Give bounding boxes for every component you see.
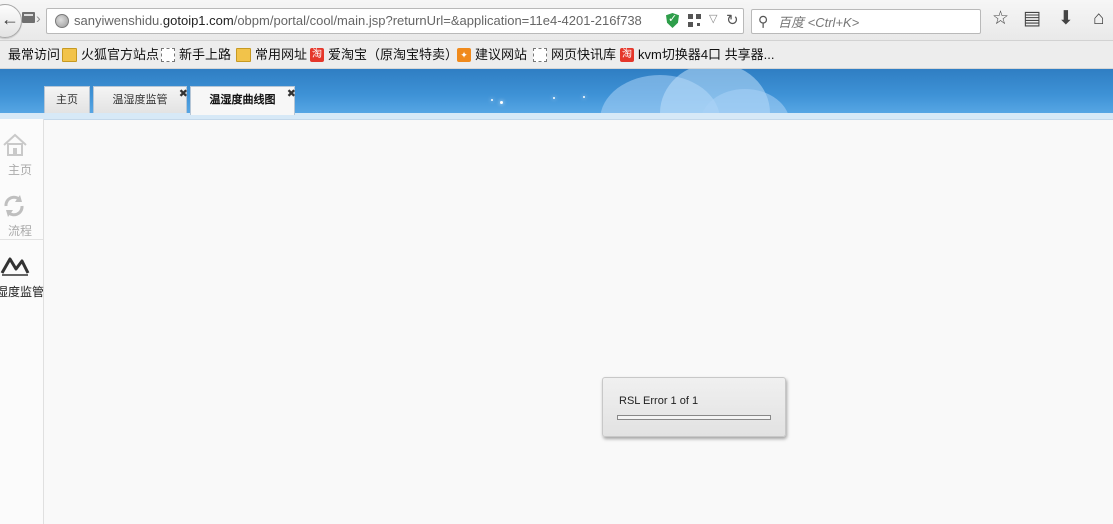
bookmark-label: kvm切换器4口 共享器... (638, 47, 775, 62)
reload-icon[interactable]: ↻ (726, 11, 739, 29)
bulb-icon: ✦ (457, 47, 471, 62)
home-icon (3, 133, 27, 156)
sidebar-item-label: 湿度监管 (0, 285, 44, 299)
star-decoration (553, 97, 555, 99)
bookmark-label: 建议网站 (475, 47, 528, 62)
home-icon[interactable]: ⌂ (1093, 8, 1104, 30)
bookmark-label: 常用网址 (255, 47, 308, 62)
forward-chevron-icon[interactable]: › (36, 10, 41, 26)
back-arrow-icon: ← (1, 9, 19, 29)
sidebar-item-label: 流程 (7, 224, 32, 238)
bookmark-item[interactable]: ✦ 建议网站 (457, 46, 527, 64)
sidebar-item-process[interactable]: 流程 (0, 191, 43, 241)
bookmark-label: 火狐官方站点 (81, 47, 160, 62)
bookmark-label: 爱淘宝（原淘宝特卖） (328, 47, 459, 62)
page-icon (22, 12, 35, 23)
process-icon (4, 195, 24, 217)
bookmark-item[interactable]: 新手上路 (161, 46, 231, 64)
rsl-error-message: RSL Error 1 of 1 (619, 395, 699, 407)
download-icon[interactable]: ⬇ (1058, 8, 1074, 30)
bookmark-item[interactable]: 淘爱淘宝（原淘宝特卖） (310, 46, 458, 64)
page-icon (533, 47, 547, 62)
bookmark-item[interactable]: 常用网址 (236, 46, 307, 64)
url-path: /obpm/portal/cool/main.jsp?returnUrl=&ap… (233, 13, 642, 28)
folder-icon (62, 47, 77, 62)
chart-line-icon (0, 257, 30, 276)
dropdown-arrow-icon[interactable]: ▽ (709, 12, 717, 25)
tab-label: 温湿度监管 (112, 94, 168, 106)
sidebar-divider (0, 239, 43, 240)
url-domain: gotoip1.com (162, 13, 234, 28)
qr-code-icon[interactable] (688, 14, 701, 27)
globe-icon (55, 14, 69, 28)
bookmarks-library-icon[interactable]: ▤ (1023, 8, 1041, 30)
tab-home[interactable]: 主页 (44, 86, 90, 113)
sidebar-item-label: 主页 (7, 163, 32, 177)
search-box[interactable]: ⚲ (751, 9, 981, 34)
back-button[interactable]: ← (0, 4, 22, 38)
tab-label: 主页 (56, 94, 78, 106)
bookmark-item[interactable]: 最常访问 (0, 46, 60, 64)
tab-humidity-chart[interactable]: 温湿度曲线图 ✖ (190, 86, 296, 115)
tab-strip-underline (0, 113, 1113, 120)
folder-icon (236, 47, 251, 62)
close-icon[interactable]: ✖ (179, 81, 188, 108)
bookmark-item[interactable]: 火狐官方站点 (62, 46, 159, 64)
shield-icon[interactable] (666, 13, 679, 28)
close-icon[interactable]: ✖ (287, 81, 296, 108)
bookmark-label: 最常访问 (8, 47, 61, 62)
star-decoration (583, 96, 585, 98)
search-input[interactable] (776, 12, 975, 32)
gear-icon (0, 48, 4, 62)
taobao-icon: 淘 (310, 47, 324, 62)
rsl-progress-bar (617, 415, 771, 420)
url-bar[interactable]: sanyiwenshidu.gotoip1.com/obpm/portal/co… (46, 8, 744, 34)
bookmark-label: 新手上路 (179, 47, 232, 62)
browser-navbar: ← › sanyiwenshidu.gotoip1.com/obpm/porta… (0, 0, 1113, 41)
page-icon (161, 47, 175, 62)
sidebar-item-humidity-monitor[interactable]: 湿度监管 (0, 253, 44, 303)
bookmark-item[interactable]: 网页快讯库 (533, 46, 616, 64)
tab-humidity-monitor[interactable]: 温湿度监管 ✖ (93, 86, 188, 113)
taobao-icon: 淘 (620, 47, 634, 62)
tab-label: 温湿度曲线图 (209, 94, 276, 106)
bookmarks-toolbar: 最常访问 火狐官方站点 新手上路 常用网址 淘爱淘宝（原淘宝特卖） ✦ 建议网站 … (0, 41, 1113, 69)
bookmark-item[interactable]: 淘 kvm切换器4口 共享器... (620, 46, 775, 64)
rsl-error-dialog: RSL Error 1 of 1 (602, 377, 786, 437)
star-decoration (491, 99, 493, 101)
left-sidebar: 主页 流程 湿度监管 (0, 119, 44, 524)
search-icon: ⚲ (758, 13, 769, 29)
url-text[interactable]: sanyiwenshidu.gotoip1.com/obpm/portal/co… (74, 13, 664, 28)
bookmark-label: 网页快讯库 (551, 47, 617, 62)
bookmark-star-icon[interactable]: ☆ (992, 8, 1009, 30)
url-subdomain: sanyiwenshidu. (74, 13, 163, 28)
sidebar-item-home[interactable]: 主页 (0, 131, 43, 181)
star-decoration (500, 101, 503, 104)
